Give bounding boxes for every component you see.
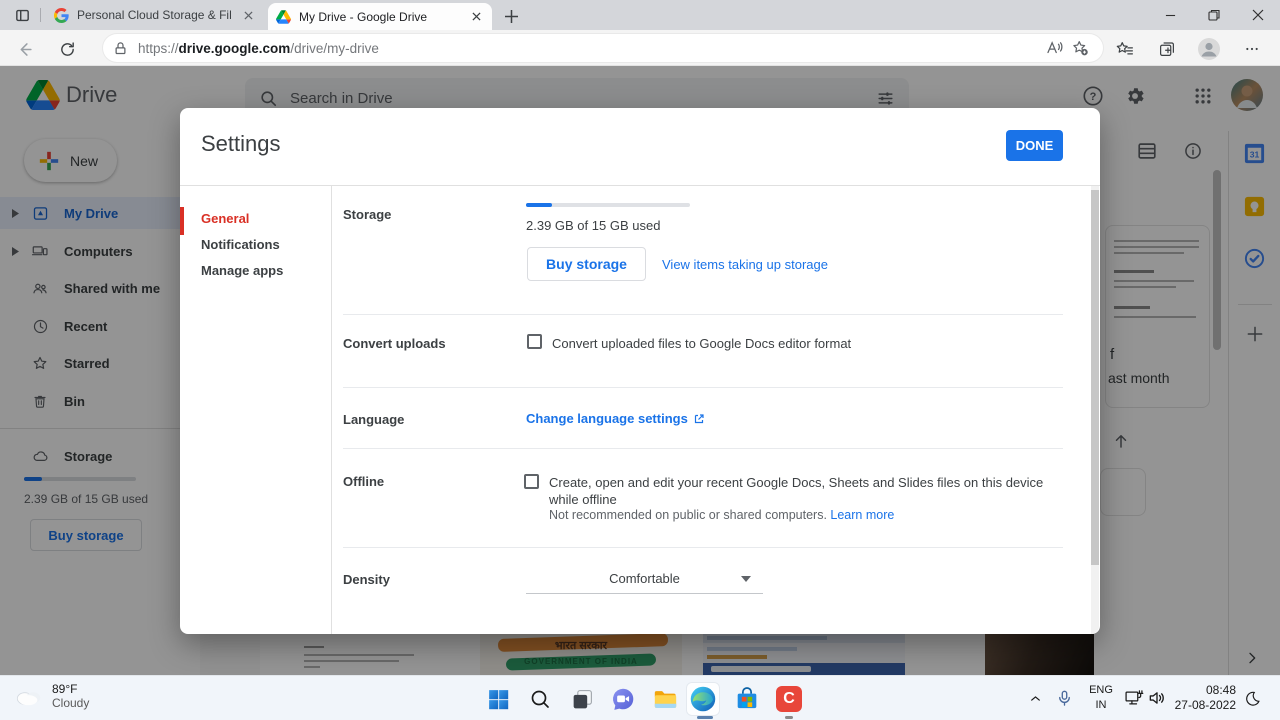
dropdown-caret-icon [741, 576, 751, 582]
tab-separator [40, 8, 41, 22]
edge-browser-button[interactable] [687, 683, 719, 715]
weather-widget[interactable]: 89°F Cloudy [14, 682, 89, 710]
add-favorite-button[interactable] [1067, 36, 1093, 60]
tray-language-switcher[interactable]: ENG IN [1086, 683, 1116, 713]
window-minimize-button[interactable] [1148, 0, 1192, 30]
drive-favicon-icon [276, 9, 291, 24]
storage-progress-fill [526, 203, 553, 207]
tray-microphone-icon[interactable] [1055, 688, 1074, 708]
chat-teams-button[interactable] [607, 683, 639, 715]
new-tab-button[interactable] [502, 7, 520, 25]
google-favicon-icon [54, 7, 69, 23]
buy-storage-button[interactable]: Buy storage [527, 247, 646, 281]
task-view-button[interactable] [566, 683, 598, 715]
url-path: /drive/my-drive [290, 40, 379, 56]
tab-actions-menu-button[interactable] [12, 6, 32, 24]
view-items-link[interactable]: View items taking up storage [662, 257, 828, 272]
back-button[interactable] [12, 37, 36, 61]
tab-title: My Drive - Google Drive [299, 9, 428, 24]
url-scheme: https:// [138, 40, 179, 56]
browser-tab-1[interactable]: Personal Cloud Storage & File Sh [46, 0, 264, 30]
row-divider [343, 314, 1063, 315]
weather-temperature: 89°F [52, 682, 78, 696]
collections-button[interactable] [1155, 37, 1179, 61]
browser-tab-2-active[interactable]: My Drive - Google Drive [268, 3, 492, 30]
dialog-nav-manage-apps[interactable]: Manage apps [180, 258, 331, 284]
web-page: Drive Search in Drive ? New My Drive Com… [0, 66, 1280, 675]
tab-close-button[interactable] [240, 7, 256, 23]
edge-running-indicator [697, 716, 713, 719]
camtasia-button[interactable]: C [773, 683, 805, 715]
change-language-link-text: Change language settings [526, 411, 688, 426]
camtasia-running-indicator [785, 716, 793, 719]
tab-title: Personal Cloud Storage & File Sh [77, 8, 232, 22]
convert-uploads-checkbox[interactable] [527, 334, 542, 349]
tray-clock[interactable]: 08:48 27-08-2022 [1160, 683, 1236, 713]
settings-dialog: Settings DONE General Notifications Mana… [180, 108, 1100, 634]
change-language-link[interactable]: Change language settings [526, 411, 705, 426]
focus-assist-moon-icon[interactable] [1244, 690, 1261, 707]
tray-language: ENG [1089, 684, 1113, 696]
storage-usage-text: 2.39 GB of 15 GB used [526, 218, 661, 233]
url-text: https://drive.google.com/drive/my-drive [138, 41, 1041, 56]
storage-progressbar [526, 203, 690, 207]
convert-uploads-option-text[interactable]: Convert uploaded files to Google Docs ed… [552, 336, 851, 351]
browser-profile-button[interactable] [1197, 37, 1221, 61]
row-divider [343, 387, 1063, 388]
weather-cloud-icon [14, 685, 44, 707]
browser-tab-strip: Personal Cloud Storage & File Sh My Driv… [0, 0, 1280, 30]
row-divider [343, 547, 1063, 548]
dialog-header-divider [180, 185, 1100, 186]
tray-chevron-up-icon[interactable] [1028, 691, 1043, 706]
url-domain: drive.google.com [178, 40, 291, 56]
browser-toolbar: https://drive.google.com/drive/my-drive [0, 30, 1280, 66]
address-bar[interactable]: https://drive.google.com/drive/my-drive [103, 34, 1103, 62]
taskbar-search-button[interactable] [524, 683, 556, 715]
site-security-lock-icon[interactable] [113, 41, 128, 56]
file-explorer-button[interactable] [649, 683, 681, 715]
dialog-nav-notifications[interactable]: Notifications [180, 232, 331, 258]
microsoft-store-button[interactable] [731, 683, 763, 715]
external-link-icon [693, 413, 705, 425]
weather-condition: Cloudy [52, 696, 90, 710]
dialog-nav-general[interactable]: General [180, 206, 331, 232]
density-value: Comfortable [609, 571, 680, 586]
refresh-button[interactable] [55, 37, 79, 61]
density-dropdown[interactable]: Comfortable [526, 564, 763, 594]
favorites-button[interactable] [1112, 37, 1136, 61]
tab-close-button[interactable] [468, 9, 484, 25]
camtasia-icon: C [776, 686, 802, 712]
dialog-title: Settings [201, 131, 281, 156]
tray-region: IN [1095, 699, 1107, 711]
offline-note: Not recommended on public or shared comp… [549, 508, 894, 522]
start-button[interactable] [482, 683, 514, 715]
tray-network-icon[interactable] [1124, 688, 1144, 708]
row-divider [343, 448, 1063, 449]
convert-uploads-label: Convert uploads [343, 336, 446, 351]
tray-date: 27-08-2022 [1174, 698, 1236, 712]
tab-actions-icon [14, 7, 31, 24]
offline-checkbox[interactable] [524, 474, 539, 489]
learn-more-link[interactable]: Learn more [830, 508, 894, 522]
language-label: Language [343, 412, 405, 427]
done-button[interactable]: DONE [1006, 130, 1063, 161]
offline-option-text[interactable]: Create, open and edit your recent Google… [549, 474, 1049, 508]
browser-menu-button[interactable] [1240, 37, 1264, 61]
read-aloud-button[interactable] [1041, 36, 1067, 60]
density-label: Density [343, 572, 390, 587]
tray-time: 08:48 [1205, 683, 1236, 697]
dialog-scrollbar-thumb[interactable] [1091, 190, 1099, 565]
windows-taskbar: 89°F Cloudy C ENG IN 08:48 27-08-2022 [0, 675, 1280, 720]
dialog-nav-divider [331, 186, 332, 634]
window-close-button[interactable] [1236, 0, 1280, 30]
offline-label: Offline [343, 474, 385, 489]
offline-note-text: Not recommended on public or shared comp… [549, 508, 827, 522]
storage-row-label: Storage [343, 207, 392, 222]
window-restore-button[interactable] [1192, 0, 1236, 30]
